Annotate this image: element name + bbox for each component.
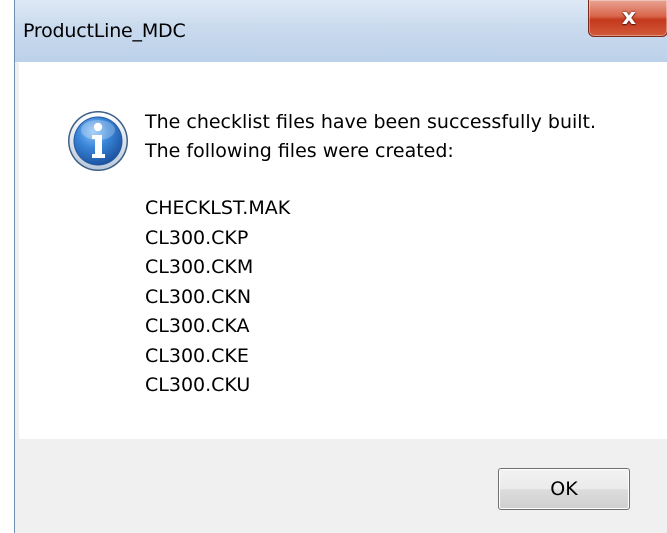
list-item: CL300.CKA (145, 315, 250, 337)
title-bar[interactable]: ProductLine_MDC x (15, 0, 667, 62)
close-icon: x (621, 4, 637, 30)
ok-button[interactable]: OK (498, 468, 630, 510)
list-item: CL300.CKE (145, 344, 249, 367)
close-button[interactable]: x (588, 0, 667, 37)
message-dialog: ProductLine_MDC x The checklist files ha… (14, 0, 667, 533)
dialog-content: The checklist files have been successful… (19, 62, 667, 439)
list-item: CL300.CKN (145, 285, 252, 308)
window-title: ProductLine_MDC (23, 20, 186, 42)
message-text: The checklist files have been successful… (145, 108, 596, 166)
list-item: CL300.CKP (145, 226, 249, 249)
information-icon (68, 111, 128, 171)
message-line-1: The checklist files have been successful… (145, 111, 597, 133)
created-files-list: CHECKLST.MAK CL300.CKP CL300.CKM CL300.C… (145, 194, 290, 401)
list-item: CL300.CKM (145, 256, 254, 278)
message-line-2: The following files were created: (145, 140, 454, 162)
list-item: CL300.CKU (145, 374, 251, 396)
list-item: CHECKLST.MAK (145, 197, 291, 219)
